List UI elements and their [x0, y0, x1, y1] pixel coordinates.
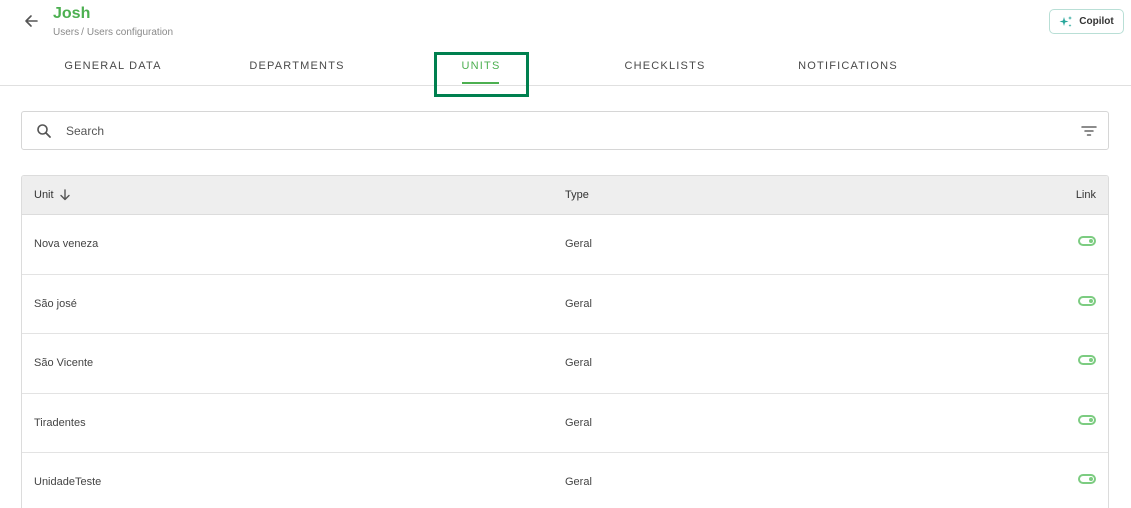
column-header-link[interactable]: Link: [1076, 189, 1096, 201]
type-cell: Geral: [565, 476, 592, 489]
tab-bar: GENERAL DATA DEPARTMENTS UNITS CHECKLIST…: [0, 52, 1131, 86]
unit-cell: Nova veneza: [34, 238, 99, 251]
sparkle-icon: [1059, 15, 1073, 27]
toggle-knob: [1089, 239, 1093, 243]
breadcrumb-separator: /: [81, 27, 84, 38]
toggle-knob: [1089, 298, 1093, 303]
tab-notifications[interactable]: NOTIFICATIONS: [780, 52, 916, 85]
unit-cell: São Vicente: [34, 357, 94, 370]
search-bar: [21, 111, 1109, 150]
column-header-type[interactable]: Type: [565, 189, 589, 201]
type-cell: Geral: [565, 238, 592, 251]
unit-cell: Tiradentes: [34, 416, 86, 429]
tab-general-data[interactable]: GENERAL DATA: [52, 52, 174, 85]
column-header-unit[interactable]: Unit: [34, 189, 71, 201]
user-units-page: Josh Users / Users configuration Copilot G…: [0, 0, 1131, 508]
search-input[interactable]: [66, 120, 1046, 142]
type-cell: Geral: [565, 357, 592, 370]
type-cell: Geral: [565, 297, 592, 310]
search-icon: [37, 124, 51, 138]
copilot-label: Copilot: [1079, 16, 1114, 27]
link-toggle[interactable]: [1078, 295, 1096, 306]
toggle-knob: [1089, 417, 1093, 422]
tab-checklists[interactable]: CHECKLISTS: [604, 52, 726, 85]
tab-departments[interactable]: DEPARTMENTS: [236, 52, 358, 85]
copilot-button[interactable]: Copilot: [1049, 9, 1124, 34]
unit-cell: UnidadeTeste: [34, 476, 102, 489]
table-row: UnidadeTeste Geral: [22, 453, 1108, 508]
back-button[interactable]: [20, 10, 42, 32]
tab-units[interactable]: UNITS: [436, 52, 526, 85]
toggle-knob: [1089, 358, 1093, 362]
arrow-left-icon: [25, 15, 38, 27]
column-header-unit-label: Unit: [34, 189, 54, 201]
units-table: Unit Type Link Nova veneza Geral São jos…: [21, 175, 1109, 508]
table-row: São Vicente Geral: [22, 334, 1108, 394]
link-toggle[interactable]: [1078, 236, 1096, 246]
link-toggle[interactable]: [1078, 474, 1096, 484]
type-cell: Geral: [565, 416, 592, 429]
link-toggle[interactable]: [1078, 355, 1096, 365]
breadcrumb-item-users[interactable]: Users: [53, 27, 79, 38]
filter-icon[interactable]: [1081, 124, 1097, 138]
table-header: Unit Type Link: [22, 176, 1108, 215]
table-row: São josé Geral: [22, 275, 1108, 334]
table-row: Nova veneza Geral: [22, 215, 1108, 275]
page-title: Josh: [53, 5, 91, 22]
active-tab-indicator: [462, 82, 499, 84]
breadcrumb: Users / Users configuration: [53, 27, 173, 38]
breadcrumb-item-users-configuration: Users configuration: [86, 27, 174, 38]
toggle-knob: [1089, 477, 1093, 481]
table-row: Tiradentes Geral: [22, 394, 1108, 453]
link-toggle[interactable]: [1078, 414, 1096, 425]
arrow-down-icon: [59, 189, 70, 201]
unit-cell: São josé: [34, 297, 77, 310]
